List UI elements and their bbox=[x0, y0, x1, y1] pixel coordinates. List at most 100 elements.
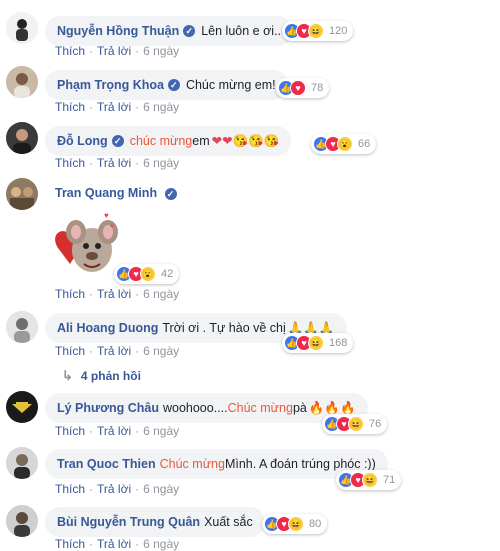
reaction-summary[interactable]: 👍 ♥ 😆 120 bbox=[282, 21, 354, 41]
reaction-count: 71 bbox=[383, 474, 396, 486]
comment-author[interactable]: Nguyễn Hồng Thuận bbox=[57, 24, 179, 38]
comment-text: Mình. A đoán trúng phóc :)) bbox=[224, 457, 376, 471]
reaction-count: 120 bbox=[329, 25, 348, 37]
replies-count: 4 phản hồi bbox=[80, 369, 141, 383]
comment-actions: Thích · Trả lời · 6 ngày bbox=[55, 100, 179, 114]
separator: · bbox=[89, 156, 94, 170]
reply-link[interactable]: Trả lời bbox=[97, 287, 131, 301]
comment-text: Trời ơi . Tự hào về chị bbox=[162, 321, 286, 335]
reply-link[interactable]: Trả lời bbox=[97, 156, 131, 170]
sticker-image[interactable]: ♥ ♥ bbox=[46, 208, 122, 284]
reaction-summary[interactable]: 👍 ♥ 78 bbox=[276, 78, 330, 98]
separator: · bbox=[89, 44, 94, 58]
timestamp[interactable]: 6 ngày bbox=[143, 44, 179, 58]
separator: · bbox=[89, 537, 94, 551]
view-replies-link[interactable]: ↳ 4 phản hồi bbox=[62, 368, 141, 384]
like-link[interactable]: Thích bbox=[55, 424, 85, 438]
comment-author[interactable]: Đỗ Long bbox=[57, 134, 108, 148]
timestamp[interactable]: 6 ngày bbox=[143, 344, 179, 358]
reaction-summary[interactable]: 👍 ♥ 😆 76 bbox=[322, 414, 388, 434]
reaction-summary[interactable]: 👍 ♥ 😆 80 bbox=[262, 514, 328, 534]
separator: · bbox=[135, 44, 140, 58]
verified-badge-icon: ✓ bbox=[167, 79, 180, 91]
avatar[interactable] bbox=[6, 66, 38, 98]
comment-text-2: pà bbox=[292, 401, 307, 415]
reaction-summary[interactable]: 👍 ♥ 😮 66 bbox=[311, 134, 377, 154]
timestamp[interactable]: 6 ngày bbox=[143, 156, 179, 170]
reaction-summary[interactable]: 👍 ♥ 😆 168 bbox=[282, 333, 354, 353]
reaction-count: 80 bbox=[309, 518, 322, 530]
reply-link[interactable]: Trả lời bbox=[97, 344, 131, 358]
reply-link[interactable]: Trả lời bbox=[97, 424, 131, 438]
reply-link[interactable]: Trả lời bbox=[97, 537, 131, 551]
comment-text: woohooo.... bbox=[162, 401, 228, 415]
emoji: ❤❤😘😘😘 bbox=[211, 134, 280, 148]
avatar[interactable] bbox=[6, 12, 38, 44]
haha-reaction-icon: 😆 bbox=[362, 472, 378, 488]
svg-text:♥: ♥ bbox=[104, 211, 109, 220]
comment-author[interactable]: Phạm Trọng Khoa bbox=[57, 78, 164, 92]
reaction-count: 168 bbox=[329, 337, 348, 349]
like-link[interactable]: Thích bbox=[55, 482, 85, 496]
comment-author[interactable]: Ali Hoang Duong bbox=[57, 321, 158, 335]
comment-text: Lên luôn e ơi.. bbox=[201, 24, 281, 38]
avatar[interactable] bbox=[6, 505, 38, 537]
comment-bubble: Bùi Nguyễn Trung Quân Xuất sắc bbox=[45, 507, 265, 537]
timestamp[interactable]: 6 ngày bbox=[143, 287, 179, 301]
separator: · bbox=[89, 344, 94, 358]
separator: · bbox=[135, 424, 140, 438]
reaction-count: 76 bbox=[369, 418, 382, 430]
comment-author[interactable]: Lý Phương Châu bbox=[57, 401, 159, 415]
haha-reaction-icon: 😆 bbox=[348, 416, 364, 432]
svg-text:♥: ♥ bbox=[110, 224, 114, 230]
haha-reaction-icon: 😆 bbox=[308, 335, 324, 351]
reply-link[interactable]: Trả lời bbox=[97, 100, 131, 114]
reply-link[interactable]: Trả lời bbox=[97, 44, 131, 58]
verified-badge-icon: ✓ bbox=[111, 135, 124, 147]
highlighted-text: Chúc mừng bbox=[159, 457, 225, 471]
reply-link[interactable]: Trả lời bbox=[97, 482, 131, 496]
comment-actions: Thích · Trả lời · 6 ngày bbox=[55, 537, 179, 551]
reaction-count: 66 bbox=[358, 138, 371, 150]
timestamp[interactable]: 6 ngày bbox=[143, 424, 179, 438]
separator: · bbox=[135, 482, 140, 496]
reaction-summary[interactable]: 👍 ♥ 😮 42 bbox=[114, 264, 180, 284]
comment-actions: Thích · Trả lời · 6 ngày bbox=[55, 424, 179, 438]
timestamp[interactable]: 6 ngày bbox=[143, 537, 179, 551]
comment-bubble: Nguyễn Hồng Thuận ✓ Lên luôn e ơi.. bbox=[45, 16, 293, 46]
like-link[interactable]: Thích bbox=[55, 537, 85, 551]
love-reaction-icon: ♥ bbox=[290, 80, 306, 96]
highlighted-text: Chúc mừng bbox=[227, 401, 293, 415]
separator: · bbox=[89, 424, 94, 438]
comment-actions: Thích · Trả lời · 6 ngày bbox=[55, 44, 179, 58]
comment-author-line: Tran Quang Minh ✓ bbox=[55, 186, 183, 200]
reaction-summary[interactable]: 👍 ♥ 😆 71 bbox=[336, 470, 402, 490]
separator: · bbox=[89, 482, 94, 496]
avatar[interactable] bbox=[6, 178, 38, 210]
separator: · bbox=[89, 287, 94, 301]
haha-reaction-icon: 😆 bbox=[288, 516, 304, 532]
like-link[interactable]: Thích bbox=[55, 44, 85, 58]
avatar[interactable] bbox=[6, 391, 38, 423]
like-link[interactable]: Thích bbox=[55, 100, 85, 114]
separator: · bbox=[135, 344, 140, 358]
separator: · bbox=[89, 100, 94, 114]
comment-author[interactable]: Tran Quang Minh bbox=[55, 186, 157, 200]
like-link[interactable]: Thích bbox=[55, 287, 85, 301]
comment-author[interactable]: Tran Quoc Thien bbox=[57, 457, 156, 471]
comment-actions: Thích · Trả lời · 6 ngày bbox=[55, 287, 179, 301]
avatar[interactable] bbox=[6, 447, 38, 479]
avatar[interactable] bbox=[6, 311, 38, 343]
highlighted-text: chúc mừng bbox=[129, 134, 193, 148]
separator: · bbox=[135, 537, 140, 551]
timestamp[interactable]: 6 ngày bbox=[143, 482, 179, 496]
avatar[interactable] bbox=[6, 122, 38, 154]
reaction-count: 42 bbox=[161, 268, 174, 280]
separator: · bbox=[135, 100, 140, 114]
timestamp[interactable]: 6 ngày bbox=[143, 100, 179, 114]
reaction-count: 78 bbox=[311, 82, 324, 94]
comment-bubble: Lý Phương Châu woohooo.... Chúc mừng pà … bbox=[45, 393, 368, 423]
comment-author[interactable]: Bùi Nguyễn Trung Quân bbox=[57, 515, 200, 529]
like-link[interactable]: Thích bbox=[55, 344, 85, 358]
like-link[interactable]: Thích bbox=[55, 156, 85, 170]
